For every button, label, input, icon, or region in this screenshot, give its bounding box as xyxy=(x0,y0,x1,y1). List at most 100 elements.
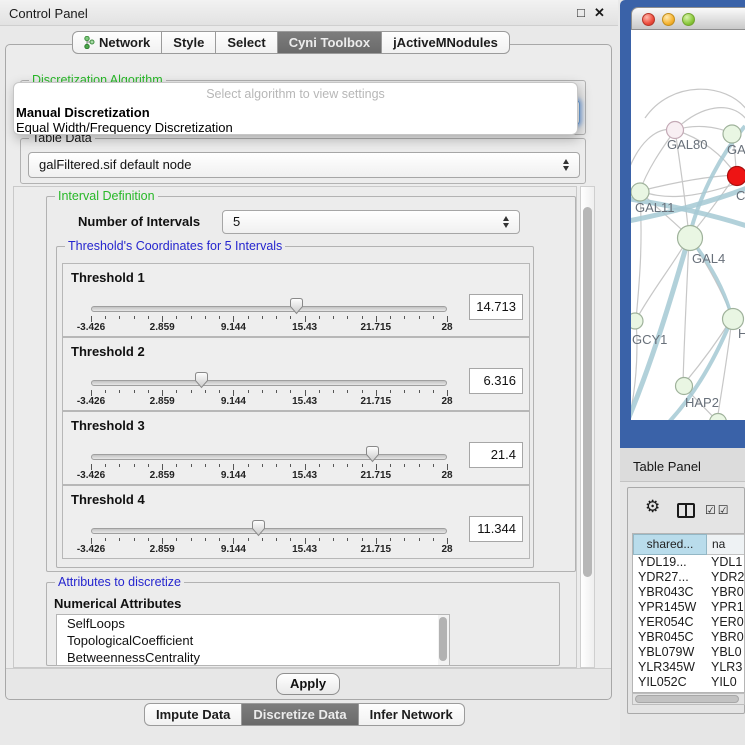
attribute-list-item[interactable]: SelfLoops xyxy=(57,615,449,632)
table-row[interactable]: YBL079WYBL0 xyxy=(633,645,744,660)
table-row[interactable]: YER054CYER0 xyxy=(633,615,744,630)
slider-tick xyxy=(191,316,192,319)
table-horizontal-scrollbar[interactable] xyxy=(632,693,745,705)
minimize-traffic-light-icon[interactable] xyxy=(662,13,675,26)
network-edge xyxy=(645,89,745,118)
network-node[interactable] xyxy=(710,414,727,421)
cell-name[interactable]: YDL1 xyxy=(707,555,744,570)
cell-name[interactable]: YBR0 xyxy=(707,630,744,645)
cell-name[interactable]: YDR2 xyxy=(707,570,744,585)
tab-jactivemnodules[interactable]: jActiveMNodules xyxy=(382,31,510,54)
slider-tick xyxy=(333,316,334,319)
tab-label: jActiveMNodules xyxy=(393,35,498,50)
slider-track[interactable] xyxy=(91,380,447,386)
table-row[interactable]: YDR27...YDR2 xyxy=(633,570,744,585)
slider-tick xyxy=(248,538,249,541)
slider-tick xyxy=(433,390,434,393)
network-node-c[interactable] xyxy=(728,167,745,186)
popup-option-manual-discretization[interactable]: Manual Discretization xyxy=(16,105,150,120)
tab-infer-network[interactable]: Infer Network xyxy=(359,703,465,726)
slider-handle[interactable] xyxy=(365,445,380,463)
slider-tick-label: 21.715 xyxy=(361,470,392,481)
network-node-hap2[interactable] xyxy=(676,378,693,395)
node-attribute-table[interactable]: shared... na YDL19...YDL1YDR27...YDR2YBR… xyxy=(632,533,745,693)
table-header-name[interactable]: na xyxy=(707,534,744,555)
threshold-value-field[interactable]: 6.316 xyxy=(469,368,523,394)
table-row[interactable]: YBR045CYBR0 xyxy=(633,630,744,645)
threshold-value-field[interactable]: 21.4 xyxy=(469,442,523,468)
cell-shared-name[interactable]: YIL052C xyxy=(633,675,707,690)
network-node-ga[interactable] xyxy=(723,125,741,143)
threshold-value-field[interactable]: 11.344 xyxy=(469,516,523,542)
network-window-titlebar[interactable] xyxy=(631,7,745,30)
scrollbar-thumb[interactable] xyxy=(439,617,447,661)
network-node-gal11[interactable] xyxy=(631,183,649,201)
cell-shared-name[interactable]: YLR345W xyxy=(633,660,707,675)
slider-track[interactable] xyxy=(91,528,447,534)
cell-name[interactable]: YPR1 xyxy=(707,600,744,615)
table-row[interactable]: YLR345WYLR3 xyxy=(633,660,744,675)
cell-shared-name[interactable]: YDR27... xyxy=(633,570,707,585)
select-columns-checkboxes-icon[interactable]: ☑☑ xyxy=(705,503,731,517)
cell-shared-name[interactable]: YBR045C xyxy=(633,630,707,645)
scrollbar-thumb[interactable] xyxy=(583,207,592,577)
bottom-tabbar: Impute DataDiscretize DataInfer Network xyxy=(144,703,465,726)
network-icon xyxy=(84,34,95,55)
slider-handle[interactable] xyxy=(194,371,209,389)
table-row[interactable]: YIL052CYIL0 xyxy=(633,675,744,690)
column-layout-icon[interactable] xyxy=(677,503,695,518)
network-canvas[interactable]: GAL80GACGAL11GAL4GCY1HHAP2 xyxy=(631,30,745,420)
cell-shared-name[interactable]: YBR043C xyxy=(633,585,707,600)
number-of-intervals-combobox[interactable]: 5 xyxy=(222,210,520,234)
cell-name[interactable]: YIL0 xyxy=(707,675,744,690)
apply-button[interactable]: Apply xyxy=(276,673,340,695)
cell-name[interactable]: YBL0 xyxy=(707,645,744,660)
tab-impute-data[interactable]: Impute Data xyxy=(144,703,242,726)
table-row[interactable]: YDL19...YDL1 xyxy=(633,555,744,570)
slider-tick xyxy=(362,390,363,393)
cell-name[interactable]: YER0 xyxy=(707,615,744,630)
attribute-list-item[interactable]: BetweennessCentrality xyxy=(57,649,449,666)
network-node-gal80[interactable] xyxy=(667,122,684,139)
table-row[interactable]: YBR043CYBR0 xyxy=(633,585,744,600)
table-row[interactable]: YPR145WYPR1 xyxy=(633,600,744,615)
slider-handle[interactable] xyxy=(251,519,266,537)
network-node-gal4[interactable] xyxy=(678,226,703,251)
close-window-icon[interactable]: ✕ xyxy=(594,5,605,21)
slider-tick xyxy=(191,538,192,541)
tab-discretize-data[interactable]: Discretize Data xyxy=(242,703,358,726)
top-tabbar: NetworkStyleSelectCyni Toolbox jActiveMNo… xyxy=(72,31,510,54)
tab-network[interactable]: Network xyxy=(72,31,162,54)
table-panel-title: Table Panel xyxy=(633,459,701,474)
slider-tick xyxy=(119,316,120,319)
tab-style[interactable]: Style xyxy=(162,31,216,54)
threshold-value-field[interactable]: 14.713 xyxy=(469,294,523,320)
gear-icon[interactable]: ⚙ xyxy=(645,498,660,515)
attribute-list-item[interactable]: TopologicalCoefficient xyxy=(57,632,449,649)
slider-handle[interactable] xyxy=(289,297,304,315)
slider-track[interactable] xyxy=(91,306,447,312)
close-traffic-light-icon[interactable] xyxy=(642,13,655,26)
tab-select[interactable]: Select xyxy=(216,31,277,54)
zoom-traffic-light-icon[interactable] xyxy=(682,13,695,26)
vertical-scrollbar[interactable] xyxy=(580,186,595,668)
cell-name[interactable]: YBR0 xyxy=(707,585,744,600)
slider-tick xyxy=(433,316,434,319)
tab-cyni-toolbox[interactable]: Cyni Toolbox xyxy=(278,31,382,54)
cell-shared-name[interactable]: YPR145W xyxy=(633,600,707,615)
cell-shared-name[interactable]: YER054C xyxy=(633,615,707,630)
network-node-gcy1[interactable] xyxy=(631,313,643,329)
cell-name[interactable]: YLR3 xyxy=(707,660,744,675)
table-header-shared-name[interactable]: shared... xyxy=(633,534,707,555)
numerical-attributes-list[interactable]: SelfLoopsTopologicalCoefficientBetweenne… xyxy=(56,614,450,666)
threshold-panel-4: Threshold 4-3.4262.8599.14415.4321.71528… xyxy=(62,485,530,559)
slider-tick xyxy=(176,464,177,467)
scrollbar-thumb[interactable] xyxy=(635,695,739,703)
attributes-scrollbar[interactable] xyxy=(438,615,449,665)
cell-shared-name[interactable]: YDL19... xyxy=(633,555,707,570)
table-data-combobox[interactable]: galFiltered.sif default node xyxy=(28,152,580,178)
popup-option-equal-width-frequency[interactable]: Equal Width/Frequency Discretization xyxy=(16,120,233,135)
cell-shared-name[interactable]: YBL079W xyxy=(633,645,707,660)
slider-track[interactable] xyxy=(91,454,447,460)
float-window-icon[interactable]: □ xyxy=(577,5,585,20)
